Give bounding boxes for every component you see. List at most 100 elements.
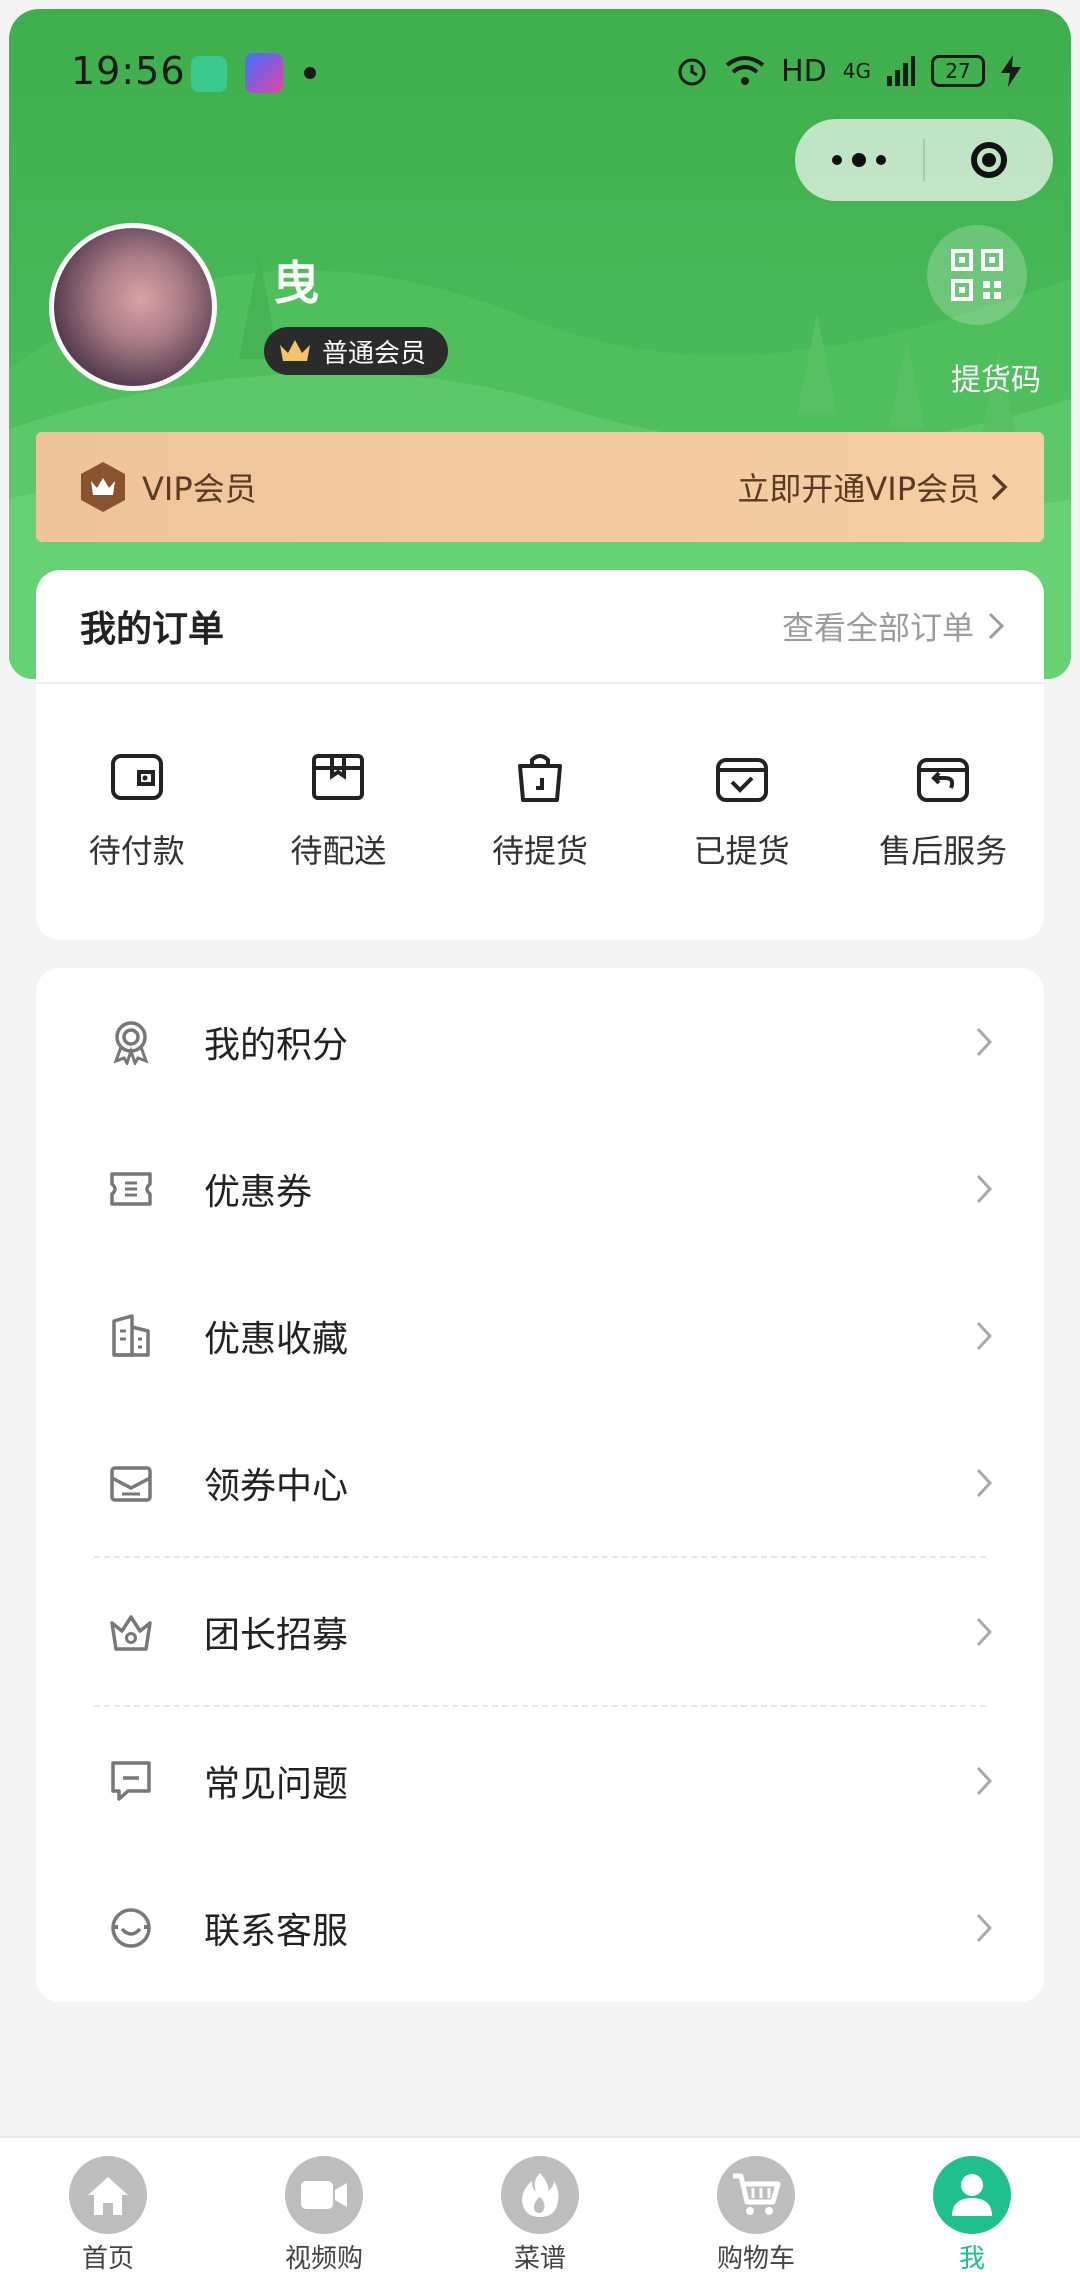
vip-crown-icon	[81, 462, 125, 512]
tab-label: 首页	[81, 2244, 134, 2274]
tab-label: 视频购	[284, 2244, 363, 2274]
alarm-icon	[678, 58, 706, 86]
more-dot-icon	[852, 153, 866, 167]
member-level-badge[interactable]: 普通会员	[264, 327, 449, 375]
status-time: 19:56	[71, 49, 186, 93]
more-dot-icon	[876, 155, 886, 165]
menu-item-label: 领券中心	[204, 1465, 349, 1507]
status-bar: 19:56 HD 4G 27	[9, 9, 1071, 129]
favorite-icon	[112, 1313, 150, 1357]
signal-bars-icon	[887, 56, 915, 86]
order-status-label: 待配送	[290, 832, 387, 870]
network-type-label: HD	[781, 53, 827, 89]
medal-icon	[113, 1020, 149, 1065]
more-dot-icon	[832, 155, 842, 165]
vip-title: VIP会员	[142, 470, 257, 508]
orders-header: 我的订单 查看全部订单	[36, 570, 1044, 684]
order-after-sales[interactable]: 售后服务	[842, 750, 1044, 872]
menu-item-label: 联系客服	[204, 1910, 349, 1952]
headset-icon	[111, 1907, 151, 1948]
more-menu-button[interactable]	[795, 153, 923, 167]
order-pending-payment[interactable]: 待付款	[36, 750, 238, 872]
order-picked-up[interactable]: 已提货	[641, 750, 843, 872]
bottom-tab-bar: 首页 视频购 菜谱 购物车 我	[0, 2136, 1080, 2282]
app-notification-icon	[191, 56, 227, 92]
chevron-right-icon	[976, 1913, 992, 1942]
view-all-orders-link[interactable]: 查看全部订单	[782, 603, 1004, 649]
coupon-center-icon	[110, 1465, 152, 1502]
orders-card: 我的订单 查看全部订单 待付款 待配送 待提货 已提货 售后服务	[36, 570, 1044, 940]
user-icon	[933, 2156, 1011, 2234]
chevron-right-icon	[976, 1617, 992, 1646]
chevron-right-icon	[976, 1766, 992, 1795]
tab-label: 菜谱	[513, 2244, 566, 2274]
coupon-icon	[110, 1171, 152, 1206]
menu-item-customer-service[interactable]: 联系客服	[36, 1854, 1044, 2001]
home-icon	[69, 2156, 147, 2234]
menu-item-leader-recruit[interactable]: 团长招募	[36, 1558, 1044, 1705]
tab-label: 我	[958, 2244, 985, 2274]
chevron-right-icon	[976, 1468, 992, 1497]
message-icon	[111, 1760, 151, 1801]
vip-open-label: 立即开通VIP会员	[737, 470, 980, 508]
video-app-notification-icon	[245, 53, 283, 93]
menu-item-label: 优惠券	[204, 1171, 313, 1213]
order-status-list: 待付款 待配送 待提货 已提货 售后服务	[36, 750, 1044, 872]
menu-item-label: 我的积分	[204, 1024, 349, 1066]
flame-icon	[501, 2156, 579, 2234]
tab-home[interactable]: 首页	[0, 2138, 216, 2282]
tab-cart[interactable]: 购物车	[648, 2138, 864, 2282]
return-bag-icon	[917, 758, 970, 802]
menu-item-label: 常见问题	[204, 1763, 349, 1805]
feature-menu: 我的积分 优惠券 优惠收藏 领券中心 团长招募 常见问题 联系客服	[36, 968, 1044, 2002]
crown-icon	[110, 1614, 152, 1651]
close-miniprogram-button[interactable]	[925, 142, 1053, 178]
menu-item-coupon-center[interactable]: 领券中心	[36, 1409, 1044, 1556]
tab-video[interactable]: 视频购	[216, 2138, 432, 2282]
wifi-icon	[725, 56, 765, 85]
pickup-code-button[interactable]	[927, 225, 1027, 325]
view-all-orders-label: 查看全部订单	[781, 609, 974, 647]
battery-indicator: 27	[931, 55, 985, 87]
charging-bolt-icon	[1001, 55, 1021, 87]
wallet-icon	[110, 754, 163, 800]
avatar[interactable]	[49, 223, 217, 391]
qrcode-icon	[951, 249, 1003, 301]
order-status-label: 待提货	[491, 832, 588, 870]
crown-icon	[280, 340, 310, 361]
vip-open-link[interactable]: 立即开通VIP会员	[737, 464, 1008, 510]
tab-label: 购物车	[716, 2244, 795, 2274]
signal-type-label: 4G	[842, 59, 871, 83]
order-status-label: 售后服务	[879, 832, 1008, 870]
chevron-right-icon	[991, 473, 1008, 501]
cart-icon	[717, 2156, 795, 2234]
chevron-right-icon	[988, 612, 1004, 640]
tab-me[interactable]: 我	[864, 2138, 1080, 2282]
menu-item-points[interactable]: 我的积分	[36, 968, 1044, 1115]
notification-dot-icon	[304, 67, 316, 79]
pickup-code-label[interactable]: 提货码	[951, 355, 1041, 399]
checked-bag-icon	[715, 758, 768, 802]
order-pending-delivery[interactable]: 待配送	[238, 750, 440, 872]
vip-banner[interactable]: VIP会员 立即开通VIP会员	[36, 432, 1044, 542]
target-icon	[971, 142, 1007, 178]
menu-item-favorites[interactable]: 优惠收藏	[36, 1262, 1044, 1409]
bag-icon	[517, 754, 562, 802]
member-level-label: 普通会员	[322, 338, 427, 369]
video-icon	[285, 2156, 363, 2234]
username: 曳	[273, 256, 319, 310]
order-status-label: 待付款	[88, 832, 185, 870]
order-status-label: 已提货	[693, 832, 790, 870]
chevron-right-icon	[976, 1174, 992, 1203]
orders-title: 我的订单	[80, 609, 225, 650]
chevron-right-icon	[976, 1027, 992, 1056]
chevron-right-icon	[976, 1321, 992, 1350]
miniprogram-capsule	[795, 119, 1053, 201]
menu-item-label: 团长招募	[204, 1614, 349, 1656]
tab-recipes[interactable]: 菜谱	[432, 2138, 648, 2282]
order-pending-pickup[interactable]: 待提货	[439, 750, 641, 872]
box-icon	[312, 754, 365, 800]
status-indicators: HD 4G 27	[675, 49, 1021, 93]
menu-item-faq[interactable]: 常见问题	[36, 1707, 1044, 1854]
menu-item-coupons[interactable]: 优惠券	[36, 1115, 1044, 1262]
